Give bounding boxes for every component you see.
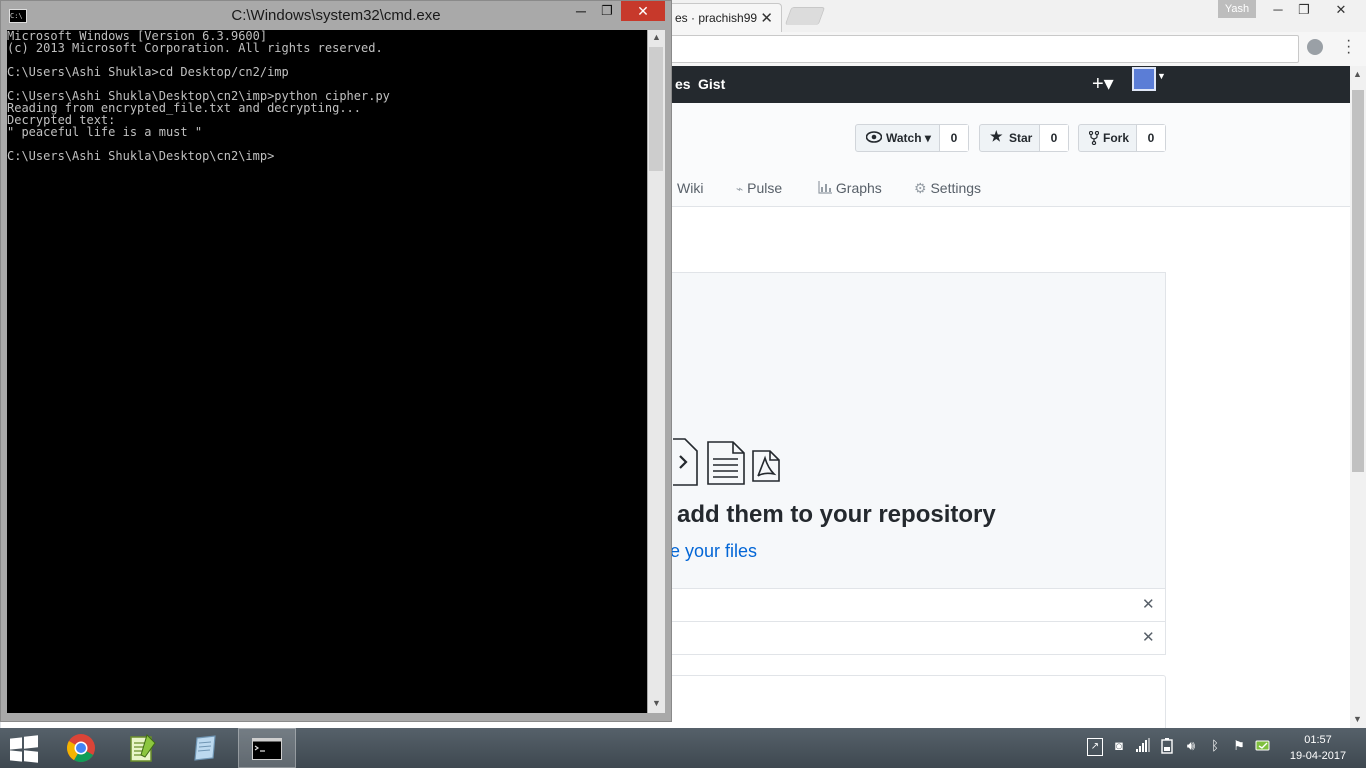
watch-count[interactable]: 0 bbox=[939, 125, 968, 151]
console-line: C:\Users\Ashi Shukla>cd Desktop/cn2/imp bbox=[7, 65, 289, 79]
cmd-minimize-button[interactable]: ─ bbox=[569, 3, 593, 19]
graph-icon bbox=[818, 181, 832, 194]
action-center-flag-icon[interactable]: ⚑ bbox=[1231, 738, 1247, 756]
star-icon: ★ bbox=[990, 128, 1003, 144]
scrollbar-thumb[interactable] bbox=[1352, 90, 1364, 472]
chrome-maximize-button[interactable]: ❐ bbox=[1290, 0, 1318, 20]
star-count[interactable]: 0 bbox=[1039, 125, 1068, 151]
windows-logo-pane bbox=[10, 750, 22, 762]
taskbar-cmd-button[interactable] bbox=[238, 728, 296, 768]
cmd-scrollbar[interactable]: ▲ ▼ bbox=[648, 30, 665, 713]
chrome-profile-button[interactable]: Yash bbox=[1218, 0, 1256, 18]
code-file-icon bbox=[673, 438, 698, 486]
fork-count[interactable]: 0 bbox=[1136, 125, 1165, 151]
scroll-down-icon[interactable]: ▼ bbox=[652, 698, 661, 708]
taskbar-notepadpp-button[interactable] bbox=[114, 728, 172, 768]
cmd-window: C:\ C:\Windows\system32\cmd.exe ─ ❐ ✕ Mi… bbox=[0, 0, 672, 722]
windows-logo-icon bbox=[10, 737, 22, 750]
volume-icon[interactable]: 🔊︎ bbox=[1183, 738, 1199, 756]
chrome-close-button[interactable]: ✕ bbox=[1316, 0, 1366, 20]
star-label: Star bbox=[1009, 131, 1033, 145]
upload-files-link[interactable]: e your files bbox=[670, 541, 757, 562]
avatar[interactable] bbox=[1132, 67, 1156, 91]
extension-icon[interactable] bbox=[1307, 39, 1323, 55]
create-new-icon[interactable]: +▾ bbox=[1092, 71, 1114, 96]
taskbar: ↗ ◙ 🔊︎ ᛒ ⚑ 01:57 19-04-2017 bbox=[0, 728, 1366, 768]
pdf-file-icon bbox=[752, 450, 780, 482]
scrollbar-thumb[interactable] bbox=[649, 47, 663, 171]
chrome-menu-icon[interactable]: · · · bbox=[1346, 33, 1351, 61]
fork-icon bbox=[1089, 131, 1099, 145]
scroll-up-icon[interactable]: ▲ bbox=[1353, 69, 1362, 79]
tab-graphs[interactable]: Graphs bbox=[818, 180, 882, 196]
network-icon[interactable] bbox=[1255, 738, 1271, 756]
tray-app-icon[interactable]: ↗ bbox=[1087, 738, 1103, 756]
console-line: (c) 2013 Microsoft Corporation. All righ… bbox=[7, 41, 383, 55]
console-text: Microsoft Windows [Version 6.3.9600] (c)… bbox=[7, 30, 390, 162]
network-shape-icon bbox=[1255, 740, 1270, 751]
chrome-minimize-button[interactable]: ─ bbox=[1264, 0, 1292, 20]
windows-logo-pane bbox=[24, 735, 38, 749]
console-line: " peaceful life is a must " bbox=[7, 125, 203, 139]
bluetooth-icon[interactable]: ᛒ bbox=[1207, 738, 1223, 756]
close-icon[interactable]: ✕ bbox=[1142, 628, 1155, 646]
console-prompt: C:\Users\Ashi Shukla\Desktop\cn2\imp> bbox=[7, 149, 275, 163]
address-bar[interactable]: ☆ bbox=[600, 35, 1299, 63]
clock-time[interactable]: 01:57 bbox=[1290, 734, 1346, 746]
star-button[interactable]: ★ Star 0 bbox=[979, 124, 1069, 152]
close-icon[interactable]: ✕ bbox=[1142, 595, 1155, 613]
tray-drive-icon[interactable]: ◙ bbox=[1111, 738, 1127, 756]
watch-label: Watch ▾ bbox=[886, 131, 931, 145]
start-button[interactable] bbox=[10, 735, 38, 763]
scroll-down-icon[interactable]: ▼ bbox=[1353, 714, 1362, 724]
tab-pulse[interactable]: ⌁ Pulse bbox=[736, 180, 782, 196]
tab-settings[interactable]: ⚙ Settings bbox=[914, 180, 981, 197]
watch-button[interactable]: Watch ▾ 0 bbox=[855, 124, 969, 152]
blankslate-title: add them to your repository bbox=[677, 501, 996, 528]
caret-down-icon[interactable]: ▼ bbox=[1157, 71, 1166, 81]
chrome-icon bbox=[67, 734, 95, 762]
wifi-signal-icon[interactable] bbox=[1135, 738, 1151, 756]
tab-wiki[interactable]: Wiki bbox=[677, 180, 703, 196]
text-file-icon bbox=[707, 441, 745, 485]
taskbar-chrome-button[interactable] bbox=[52, 728, 110, 768]
tab-settings-label: Settings bbox=[930, 180, 982, 196]
cmd-close-button[interactable]: ✕ bbox=[621, 1, 665, 21]
console-output[interactable]: Microsoft Windows [Version 6.3.9600] (c)… bbox=[7, 30, 647, 713]
cmd-icon bbox=[252, 738, 282, 760]
cmd-maximize-button[interactable]: ❐ bbox=[595, 3, 619, 19]
signal-bars-icon bbox=[1136, 738, 1150, 752]
battery-shape-icon bbox=[1161, 738, 1173, 754]
taskbar-app-button[interactable] bbox=[176, 728, 234, 768]
notes-app-icon bbox=[194, 735, 216, 761]
eye-icon bbox=[866, 131, 882, 143]
tab-graphs-label: Graphs bbox=[835, 180, 882, 196]
clock-date[interactable]: 19-04-2017 bbox=[1282, 750, 1354, 762]
windows-logo-pane bbox=[24, 750, 38, 763]
tab-title: es · prachish99 bbox=[675, 11, 758, 25]
notepadpp-icon bbox=[130, 734, 156, 762]
cmd-titlebar[interactable]: C:\ C:\Windows\system32\cmd.exe ─ ❐ ✕ bbox=[1, 1, 671, 30]
gear-icon: ⚙ bbox=[914, 180, 927, 196]
tab-close-icon[interactable]: ✕ bbox=[760, 9, 773, 27]
scroll-up-icon[interactable]: ▲ bbox=[652, 32, 661, 42]
battery-icon[interactable] bbox=[1159, 738, 1175, 756]
tab-pulse-label: Pulse bbox=[747, 180, 783, 196]
pulse-icon: ⌁ bbox=[736, 182, 744, 196]
fork-label: Fork bbox=[1103, 131, 1130, 145]
page-scrollbar[interactable]: ▲ ▼ bbox=[1350, 66, 1366, 728]
new-tab-button[interactable] bbox=[784, 7, 826, 25]
fork-button[interactable]: Fork 0 bbox=[1078, 124, 1166, 152]
header-gist-link[interactable]: Gist bbox=[698, 76, 725, 92]
header-nav-link[interactable]: es bbox=[675, 76, 691, 92]
